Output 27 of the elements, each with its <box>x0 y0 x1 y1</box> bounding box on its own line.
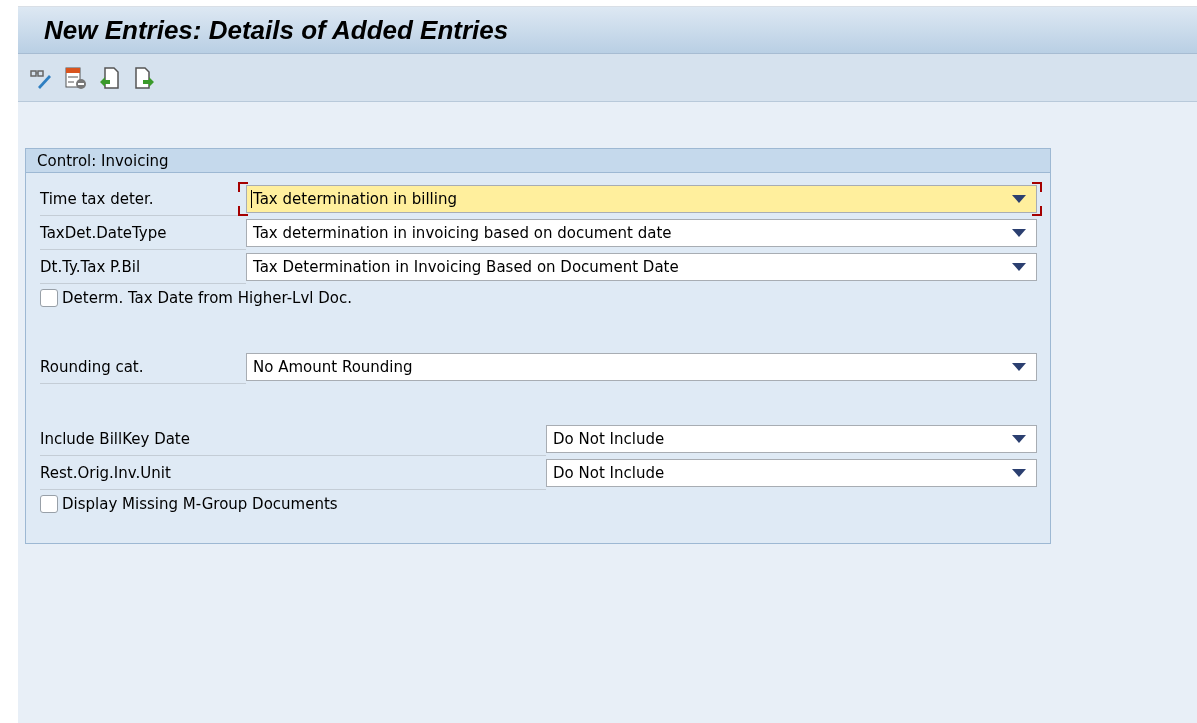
dropdown-caret-icon <box>1012 262 1026 272</box>
dropdown-caret-icon <box>1012 362 1026 372</box>
delete-row-icon[interactable] <box>64 65 88 90</box>
focus-bracket <box>238 182 248 192</box>
field-label: Include BillKey Date <box>40 422 546 456</box>
checkbox[interactable] <box>40 495 58 513</box>
field-label: Rest.Orig.Inv.Unit <box>40 456 546 490</box>
dropdown-field[interactable]: Tax determination in billing <box>246 185 1037 213</box>
checkbox-label: Display Missing M-Group Documents <box>62 495 338 513</box>
dropdown-field[interactable]: Tax Determination in Invoicing Based on Document Date <box>246 253 1037 281</box>
focus-bracket <box>238 206 248 216</box>
dropdown-field[interactable]: No Amount Rounding <box>246 353 1037 381</box>
checkbox-label: Determ. Tax Date from Higher-Lvl Doc. <box>62 289 352 307</box>
window-title: New Entries: Details of Added Entries <box>44 14 509 46</box>
dropdown-field[interactable]: Do Not Include <box>546 459 1037 487</box>
focus-bracket <box>1032 206 1042 216</box>
next-page-icon[interactable] <box>132 65 156 90</box>
dropdown-caret-icon <box>1012 434 1026 444</box>
previous-page-icon[interactable] <box>98 65 122 90</box>
dropdown-field[interactable]: Tax determination in invoicing based on document date <box>246 219 1037 247</box>
dropdown-caret-icon <box>1012 194 1026 204</box>
dropdown-caret-icon <box>1012 228 1026 238</box>
checkbox[interactable] <box>40 289 58 307</box>
group-title: Control: Invoicing <box>37 151 169 170</box>
dropdown-field[interactable]: Do Not Include <box>546 425 1037 453</box>
focus-bracket <box>1032 182 1042 192</box>
dropdown-caret-icon <box>1012 468 1026 478</box>
